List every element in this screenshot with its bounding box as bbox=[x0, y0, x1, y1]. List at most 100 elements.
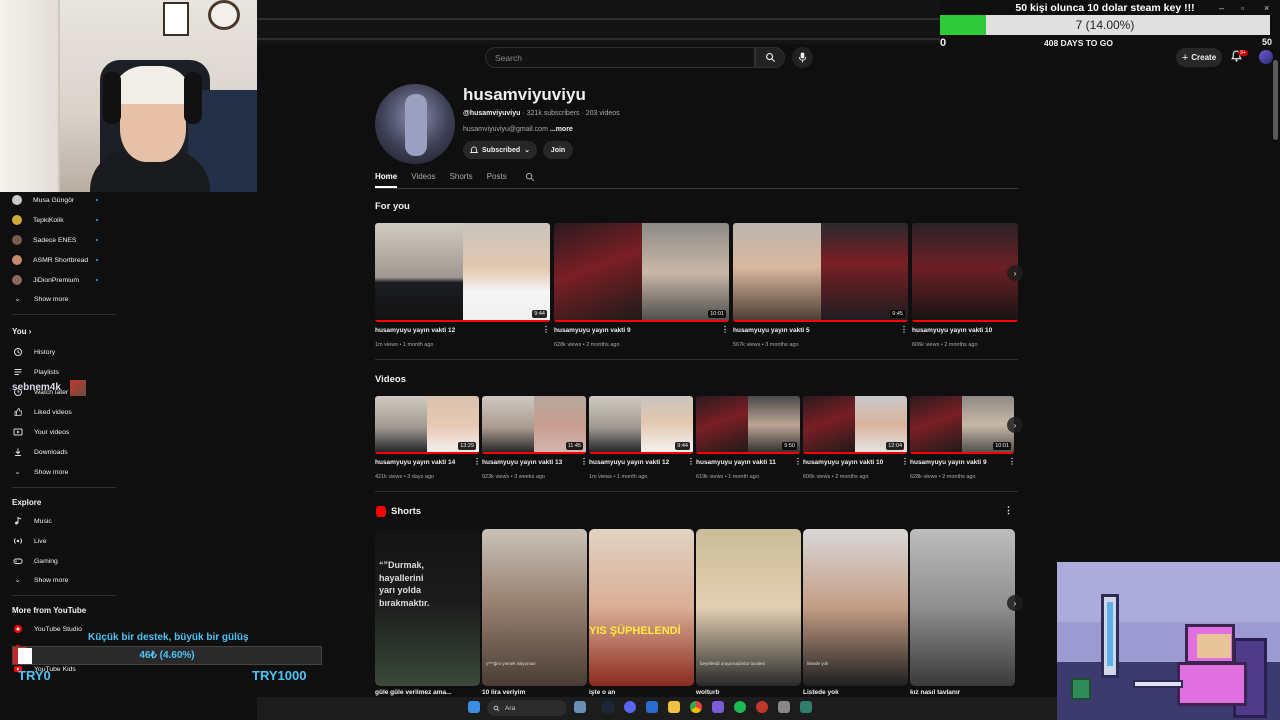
start-icon[interactable] bbox=[468, 701, 480, 713]
sidebar-item-music[interactable]: Music bbox=[12, 514, 52, 528]
video-title[interactable]: husamyuyu yayın vakti 12 bbox=[375, 327, 455, 334]
sidebar-item-liked-videos[interactable]: Liked videos bbox=[12, 405, 72, 419]
more-options-icon[interactable]: ⋮ bbox=[794, 457, 802, 466]
tab-home[interactable]: Home bbox=[375, 172, 398, 188]
sidebar-item-live[interactable]: Live bbox=[12, 534, 46, 548]
browser-top-strip bbox=[257, 0, 940, 44]
video-thumbnail[interactable]: 13:29 bbox=[375, 396, 479, 454]
sidebar-subscription[interactable]: Musa Güngör bbox=[12, 193, 74, 207]
minimize-button[interactable]: – bbox=[1219, 3, 1224, 13]
app-icon[interactable] bbox=[778, 701, 790, 713]
shorts-more-options-icon[interactable]: ⋮ bbox=[1004, 505, 1013, 516]
video-thumbnail[interactable]: 9:45 bbox=[733, 223, 908, 322]
search-input[interactable]: Search bbox=[485, 47, 755, 68]
short-title[interactable]: güle güle verilmez ama... bbox=[375, 689, 452, 696]
short-thumbnail[interactable]: beyefendi oraya kadınlar tuvaleti bbox=[696, 529, 801, 686]
video-thumbnail[interactable] bbox=[912, 223, 1018, 322]
videos-next-button[interactable]: › bbox=[1007, 417, 1023, 433]
video-title[interactable]: husamyuyu yayın vakti 9 bbox=[910, 459, 987, 466]
duration-badge: 9:50 bbox=[782, 442, 797, 450]
sidebar-item-youtube-studio[interactable]: YouTube Studio bbox=[12, 622, 82, 636]
join-button[interactable]: Join bbox=[543, 141, 573, 159]
short-title[interactable]: kız nasıl tavlanır bbox=[910, 689, 960, 696]
more-options-icon[interactable]: ⋮ bbox=[901, 457, 909, 466]
app-icon[interactable] bbox=[756, 701, 768, 713]
sidebar-item-gaming[interactable]: Gaming bbox=[12, 554, 58, 568]
video-thumbnail[interactable]: 10:01 bbox=[910, 396, 1014, 454]
vegas-icon[interactable] bbox=[712, 701, 724, 713]
video-thumbnail[interactable]: 9:44 bbox=[589, 396, 693, 454]
video-title[interactable]: husamyuyu yayın vakti 9 bbox=[554, 327, 631, 334]
create-button[interactable]: + Create bbox=[1176, 48, 1222, 67]
video-thumbnail[interactable]: 10:01 bbox=[554, 223, 729, 322]
more-options-icon[interactable]: ⋮ bbox=[721, 325, 729, 334]
short-thumbnail[interactable]: “”Durmak, hayallerini yarı yolda bırakma… bbox=[375, 529, 480, 686]
scrollbar-thumb[interactable] bbox=[1273, 60, 1278, 140]
short-thumbnail[interactable]: listede yok bbox=[803, 529, 908, 686]
spotify-icon[interactable] bbox=[734, 701, 746, 713]
more-link[interactable]: ...more bbox=[550, 126, 573, 133]
more-options-icon[interactable]: ⋮ bbox=[542, 325, 550, 334]
sidebar-show-more[interactable]: ⌄ Show more bbox=[12, 465, 69, 479]
shorts-next-button[interactable]: › bbox=[1007, 595, 1023, 611]
more-options-icon[interactable]: ⋮ bbox=[687, 457, 695, 466]
video-title[interactable]: husamyuyu yayın vakti 10 bbox=[912, 327, 992, 334]
tab-shorts[interactable]: Shorts bbox=[450, 172, 473, 188]
taskbar-search[interactable]: Ara bbox=[487, 700, 567, 716]
sidebar-show-more[interactable]: ⌄ Show more bbox=[12, 573, 69, 587]
more-options-icon[interactable]: ⋮ bbox=[473, 457, 481, 466]
search-button[interactable] bbox=[755, 47, 785, 68]
tab-posts[interactable]: Posts bbox=[487, 172, 507, 188]
channel-name: husamviyuviyu bbox=[463, 85, 586, 104]
short-title[interactable]: wolturb bbox=[696, 689, 719, 696]
sidebar-item-history[interactable]: History bbox=[12, 345, 55, 359]
sidebar-subscription[interactable]: ASMR Shortbread bbox=[12, 253, 88, 267]
short-title[interactable]: 10 lira veriyim bbox=[482, 689, 525, 696]
video-title[interactable]: husamyuyu yayın vakti 14 bbox=[375, 459, 455, 466]
video-thumbnail[interactable]: 11:45 bbox=[482, 396, 586, 454]
sidebar-subscription[interactable]: JiDionPremium bbox=[12, 273, 79, 287]
app-icon[interactable] bbox=[800, 701, 812, 713]
short-thumbnail[interactable] bbox=[910, 529, 1015, 686]
sidebar-subscription[interactable]: TepkiKolik bbox=[12, 213, 64, 227]
short-thumbnail[interactable]: YIS ŞÜPHELENDİ bbox=[589, 529, 694, 686]
video-thumbnail[interactable]: 9:44 bbox=[375, 223, 550, 322]
video-title[interactable]: husamyuyu yayın vakti 5 bbox=[733, 327, 810, 334]
short-title[interactable]: işte o an bbox=[589, 689, 615, 696]
sidebar-subscription[interactable]: Sadece ENES bbox=[12, 233, 76, 247]
duration-badge: 10:01 bbox=[993, 442, 1011, 450]
channel-search-icon[interactable] bbox=[525, 172, 535, 182]
widget-icon[interactable] bbox=[574, 701, 586, 713]
sidebar-you-heading[interactable]: You › bbox=[12, 327, 31, 336]
folder-icon[interactable] bbox=[668, 701, 680, 713]
more-options-icon[interactable]: ⋮ bbox=[1008, 457, 1016, 466]
tab-videos[interactable]: Videos bbox=[411, 172, 435, 188]
more-options-icon[interactable]: ⋮ bbox=[900, 325, 908, 334]
sidebar-item-your-videos[interactable]: Your videos bbox=[12, 425, 69, 439]
short-thumbnail[interactable]: y***ğım yemek istiyorsan bbox=[482, 529, 587, 686]
channel-avatar bbox=[375, 84, 455, 164]
steam-icon[interactable] bbox=[602, 701, 614, 713]
short-title[interactable]: Listede yok bbox=[803, 689, 839, 696]
short-caption: YIS ŞÜPHELENDİ bbox=[589, 625, 681, 637]
account-avatar[interactable] bbox=[1259, 50, 1273, 64]
video-title[interactable]: husamyuyu yayın vakti 10 bbox=[803, 459, 883, 466]
video-title[interactable]: husamyuyu yayın vakti 13 bbox=[482, 459, 562, 466]
app-icon[interactable] bbox=[646, 701, 658, 713]
sidebar-item-label: Playlists bbox=[34, 368, 59, 376]
discord-icon[interactable] bbox=[624, 701, 636, 713]
video-title[interactable]: husamyuyu yayın vakti 11 bbox=[696, 459, 776, 466]
sidebar-item-playlists[interactable]: Playlists bbox=[12, 365, 59, 379]
video-thumbnail[interactable]: 9:50 bbox=[696, 396, 800, 454]
chrome-icon[interactable] bbox=[690, 701, 702, 713]
sidebar-item-downloads[interactable]: Downloads bbox=[12, 445, 68, 459]
close-button[interactable]: × bbox=[1264, 3, 1269, 13]
more-options-icon[interactable]: ⋮ bbox=[580, 457, 588, 466]
sidebar-show-more[interactable]: ⌄ Show more bbox=[12, 292, 69, 306]
maximize-button[interactable]: ▫ bbox=[1241, 3, 1244, 13]
for-you-next-button[interactable]: › bbox=[1007, 265, 1023, 281]
video-thumbnail[interactable]: 12:04 bbox=[803, 396, 907, 454]
subscribed-button[interactable]: Subscribed ⌄ bbox=[463, 141, 537, 159]
video-title[interactable]: husamyuyu yayın vakti 12 bbox=[589, 459, 669, 466]
voice-search-button[interactable] bbox=[792, 47, 813, 68]
